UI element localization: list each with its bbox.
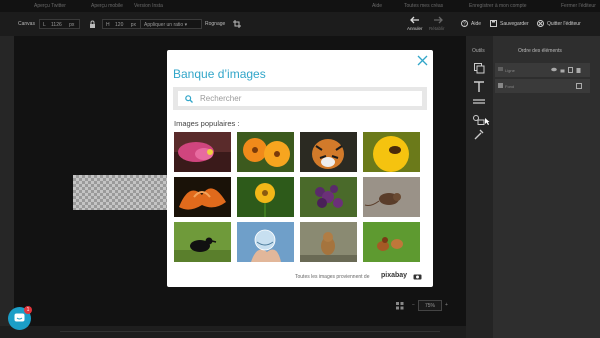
image-thumb-purple-berries[interactable] — [300, 177, 357, 217]
height-label: H — [106, 22, 110, 28]
horizontal-scrollbar[interactable] — [60, 331, 440, 332]
layer-row[interactable]: Ligne — [495, 63, 590, 77]
bottom-bar — [0, 326, 470, 338]
layer-label: Fond — [505, 84, 515, 89]
image-thumb-tiger[interactable] — [300, 132, 357, 172]
ratio-select-label: Appliquer un ratio — [144, 22, 184, 28]
width-unit: px — [69, 22, 75, 28]
search-input[interactable]: Rechercher — [178, 91, 422, 106]
tools-title: Outils — [472, 48, 485, 54]
search-bar: Rechercher — [173, 87, 427, 110]
menu-item-twitter[interactable]: Aperçu Twitter — [34, 3, 66, 9]
menu-item-close-editor[interactable]: Fermer l'éditeur — [561, 3, 596, 9]
ratio-select[interactable]: Appliquer un ratio ▾ — [140, 19, 202, 29]
help-label: Aide — [471, 21, 482, 27]
menu-item-save-account[interactable]: Enregistrer à mon compte — [469, 3, 527, 9]
image-thumb-puppies[interactable] — [363, 222, 420, 262]
layer-label: Ligne — [505, 68, 515, 73]
help-icon: ? — [461, 20, 468, 27]
layer-fill-icon — [498, 83, 503, 88]
lock-icon[interactable] — [560, 67, 565, 73]
eye-icon[interactable] — [551, 67, 557, 72]
trash-icon[interactable] — [576, 67, 581, 73]
image-thumb-bee-flower[interactable] — [363, 132, 420, 172]
popular-images-label: Images populaires : — [174, 119, 240, 128]
undo-label: Annuler — [407, 26, 423, 31]
pixabay-logo[interactable]: pixabay — [381, 272, 407, 279]
menu-item-mobile[interactable]: Aperçu mobile — [91, 3, 123, 9]
chat-icon — [14, 313, 25, 322]
height-field[interactable]: H 120 px — [102, 19, 142, 29]
menu-item-creations[interactable]: Toutes mes créas — [404, 3, 443, 9]
shapes-icon[interactable] — [473, 115, 485, 125]
redo-label: Rétablir — [429, 26, 445, 31]
height-value: 120 — [115, 22, 124, 28]
redo-icon — [434, 16, 443, 24]
image-thumb-mouse[interactable] — [363, 177, 420, 217]
image-thumb-pink-flower[interactable] — [174, 132, 231, 172]
image-thumb-crow[interactable] — [174, 222, 231, 262]
lines-icon[interactable] — [473, 99, 485, 107]
save-label: Sauvegarder — [500, 21, 529, 27]
layers-icon[interactable] — [474, 63, 485, 74]
footer-text: Toutes les images proviennent de — [295, 274, 370, 280]
menu-item-insta[interactable]: Version Insta — [134, 3, 163, 9]
quit-label: Quitter l'éditeur — [547, 21, 581, 27]
height-unit: px — [130, 22, 137, 28]
width-field[interactable]: L 1126 px — [39, 19, 80, 29]
close-icon[interactable] — [417, 55, 428, 66]
image-bank-modal: Banque d’images Rechercher Images popula… — [167, 50, 433, 287]
transparent-canvas[interactable] — [73, 175, 168, 210]
eyedropper-icon[interactable] — [474, 129, 484, 140]
grid-icon[interactable] — [396, 302, 404, 310]
mouse-cursor-icon — [485, 118, 490, 125]
toolbar: Canvas L 1126 px H 120 px Appliquer un r… — [0, 12, 600, 36]
close-circle-icon — [537, 20, 544, 27]
camera-icon — [413, 274, 422, 280]
layers-panel-title: Ordre des éléments — [518, 48, 562, 54]
zoom-in-icon[interactable]: + — [445, 302, 448, 314]
text-icon[interactable] — [474, 81, 484, 92]
layer-row[interactable]: Fond — [495, 79, 590, 93]
image-thumb-orange-flowers[interactable] — [237, 132, 294, 172]
top-menu-strip: Aperçu Twitter Aperçu mobile Version Ins… — [0, 0, 600, 12]
image-thumb-orange-lily[interactable] — [174, 177, 231, 217]
search-icon — [185, 95, 193, 103]
canvas-label: Canvas — [18, 21, 35, 27]
width-label: L — [43, 22, 46, 28]
edit-icon[interactable] — [576, 83, 582, 89]
undo-button[interactable]: Annuler — [405, 14, 425, 34]
search-placeholder: Rechercher — [200, 94, 242, 103]
modal-title: Banque d’images — [173, 67, 266, 81]
crop-label: Rognage — [205, 21, 226, 27]
save-icon — [490, 20, 497, 27]
width-value: 1126 — [51, 22, 62, 28]
zoom-value: 75% — [425, 303, 436, 309]
image-thumb-dog[interactable] — [300, 222, 357, 262]
svg-text:?: ? — [463, 22, 466, 28]
menu-item-help[interactable]: Aide — [372, 3, 382, 9]
undo-icon — [410, 16, 419, 24]
chat-badge: 1 — [24, 306, 32, 314]
zoom-field[interactable]: 75% — [418, 300, 442, 311]
save-button[interactable]: Sauvegarder — [490, 19, 530, 29]
chevron-down-icon: ▾ — [184, 22, 188, 28]
help-button[interactable]: ? Aide — [461, 19, 483, 29]
image-thumb-yellow-flower[interactable] — [237, 177, 294, 217]
image-thumb-glass-ball[interactable] — [237, 222, 294, 262]
layer-line-icon — [498, 67, 503, 71]
crop-icon[interactable] — [233, 20, 241, 28]
left-ruler — [0, 36, 14, 326]
zoom-out-icon[interactable]: − — [412, 302, 415, 314]
lock-icon[interactable] — [89, 20, 96, 29]
redo-button[interactable]: Rétablir — [428, 14, 448, 34]
duplicate-icon[interactable] — [568, 67, 573, 73]
quit-editor-button[interactable]: Quitter l'éditeur — [537, 19, 582, 29]
